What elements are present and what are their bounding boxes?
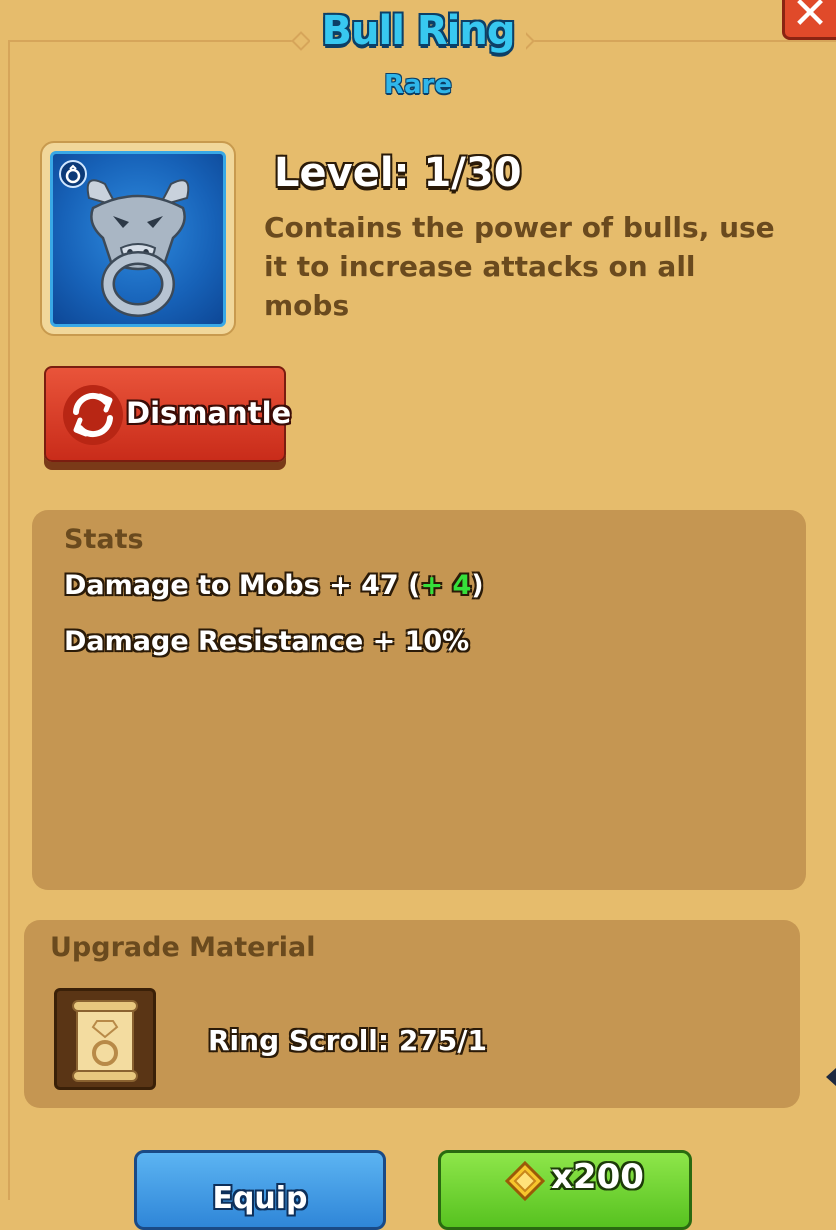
stat-bonus-sign: + xyxy=(420,570,444,601)
scroll-arrow-icon[interactable] xyxy=(826,1068,836,1086)
equip-label: Equip xyxy=(212,1181,308,1216)
frame-left-border xyxy=(8,40,10,1200)
close-icon: ✕ xyxy=(791,0,829,39)
upgrade-heading: Upgrade Material xyxy=(50,932,316,963)
stats-panel: Stats Damage to Mobs + 47 (+ 4) Damage R… xyxy=(32,510,806,890)
upgrade-material-panel: Upgrade Material Ring Scroll: 275/1 xyxy=(24,920,800,1108)
item-icon-frame xyxy=(40,141,236,336)
bull-ring-icon xyxy=(50,151,226,327)
material-slot[interactable] xyxy=(54,988,156,1090)
upgrade-cost: x200 xyxy=(551,1157,644,1197)
material-count: Ring Scroll: 275/1 xyxy=(208,1024,487,1057)
stat-bonus-close: ) xyxy=(471,570,484,601)
recycle-icon xyxy=(63,385,123,445)
ring-scroll-icon xyxy=(72,1000,138,1082)
stat-damage-resistance: Damage Resistance + 10% xyxy=(64,626,470,657)
close-button[interactable]: ✕ xyxy=(782,0,836,40)
item-title: Bull Ring xyxy=(321,8,516,54)
equip-button[interactable]: Equip xyxy=(134,1150,386,1230)
stat-bonus-value: 4 xyxy=(452,570,472,601)
item-description: Contains the power of bulls, use it to i… xyxy=(264,211,775,322)
gold-coin-icon xyxy=(505,1161,545,1201)
item-level: Level: 1/30 xyxy=(274,150,522,196)
dismantle-label: Dismantle xyxy=(126,396,292,430)
stat-damage-to-mobs: Damage to Mobs + 47 (+ 4) xyxy=(64,570,484,601)
stats-heading: Stats xyxy=(64,524,144,555)
item-rarity: Rare xyxy=(383,70,453,100)
stat-damage-to-mobs-text: Damage to Mobs + 47 ( xyxy=(64,570,421,601)
upgrade-button[interactable]: x200 xyxy=(438,1150,692,1230)
dismantle-button[interactable]: Dismantle xyxy=(44,366,291,462)
